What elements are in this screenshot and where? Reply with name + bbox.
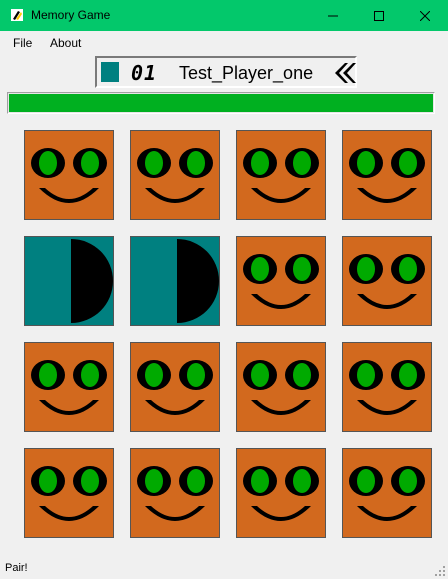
app-icon [11, 9, 23, 21]
maximize-icon [374, 10, 384, 21]
memory-card[interactable] [130, 342, 220, 432]
player-color-swatch [101, 62, 119, 82]
smiley-face-icon [131, 343, 219, 431]
progress-fill [9, 94, 433, 112]
close-icon [420, 10, 430, 21]
player-panel: 01 Test_Player_one [95, 56, 357, 88]
smiley-face-icon [25, 131, 113, 219]
menu-about[interactable]: About [50, 36, 81, 50]
player-number: 01 [131, 61, 158, 85]
memory-card-revealed[interactable] [24, 236, 114, 326]
smiley-face-icon [237, 449, 325, 537]
window-title: Memory Game [31, 8, 111, 22]
memory-card[interactable] [342, 236, 432, 326]
resize-grip-icon[interactable] [434, 565, 446, 577]
smiley-face-icon [131, 131, 219, 219]
memory-card-revealed[interactable] [130, 236, 220, 326]
memory-card[interactable] [24, 448, 114, 538]
memory-card[interactable] [130, 130, 220, 220]
smiley-face-icon [25, 449, 113, 537]
minimize-icon [328, 15, 338, 16]
smiley-face-icon [237, 131, 325, 219]
title-bar[interactable]: Memory Game [0, 0, 448, 31]
player-name: Test_Player_one [179, 63, 314, 83]
smiley-face-icon [343, 237, 431, 325]
memory-card[interactable] [24, 342, 114, 432]
smiley-face-icon [237, 237, 325, 325]
memory-card[interactable] [236, 130, 326, 220]
memory-card[interactable] [236, 448, 326, 538]
smiley-face-icon [343, 343, 431, 431]
smiley-face-icon [131, 449, 219, 537]
menu-bar: File About [0, 31, 448, 53]
memory-card[interactable] [130, 448, 220, 538]
memory-card[interactable] [236, 236, 326, 326]
memory-card[interactable] [24, 130, 114, 220]
memory-card[interactable] [342, 130, 432, 220]
progress-bar [7, 92, 435, 114]
half-moon-icon [25, 237, 113, 325]
double-chevron-left-icon[interactable] [333, 61, 357, 85]
half-moon-icon [131, 237, 219, 325]
memory-card[interactable] [342, 342, 432, 432]
maximize-button[interactable] [356, 0, 402, 31]
close-button[interactable] [402, 0, 448, 31]
memory-card[interactable] [342, 448, 432, 538]
smiley-face-icon [343, 131, 431, 219]
memory-card[interactable] [236, 342, 326, 432]
smiley-face-icon [343, 449, 431, 537]
smiley-face-icon [25, 343, 113, 431]
smiley-face-icon [237, 343, 325, 431]
minimize-button[interactable] [310, 0, 356, 31]
menu-file[interactable]: File [13, 36, 32, 50]
status-text: Pair! [5, 562, 28, 574]
